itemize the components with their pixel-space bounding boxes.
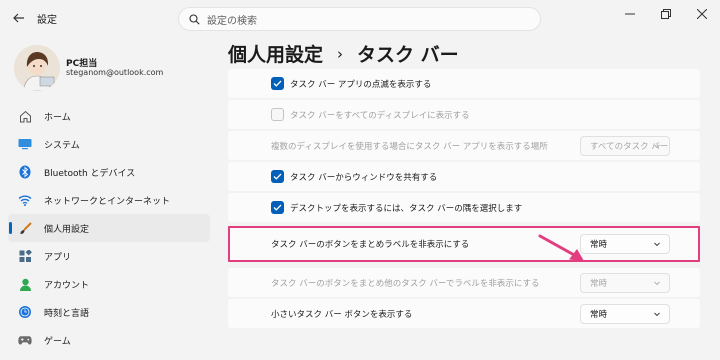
restore-button[interactable] <box>648 0 684 28</box>
chevron-down-icon <box>654 144 660 148</box>
setting-row-show-desktop: デスクトップを表示するには、タスク バーの隅を選択します <box>228 193 700 222</box>
setting-label: 小さいタスク バー ボタンを表示する <box>271 309 413 320</box>
setting-label: 複数のディスプレイを使用する場合にタスク バー アプリを表示する場所 <box>271 141 548 152</box>
small-buttons-dropdown[interactable]: 常時 <box>580 303 670 324</box>
gaming-icon <box>18 333 32 347</box>
dropdown-value: 常時 <box>590 240 608 250</box>
sidebar-item-apps[interactable]: アプリ <box>8 242 210 270</box>
setting-row-all-displays: タスク バーをすべてのディスプレイに表示する <box>228 100 700 129</box>
sidebar-item-accounts[interactable]: アカウント <box>8 270 210 298</box>
checkbox-all-displays[interactable] <box>271 108 284 121</box>
system-icon <box>18 137 32 151</box>
dropdown-value: 常時 <box>590 309 608 320</box>
combine-other-dropdown[interactable]: 常時 <box>580 272 670 293</box>
checkmark-icon <box>273 173 282 180</box>
dropdown-value: 常時 <box>590 278 608 289</box>
sidebar-item-gaming[interactable]: ゲーム <box>8 326 210 354</box>
sidebar-item-home[interactable]: ホーム <box>8 102 210 130</box>
user-email: steganom@outlook.com <box>66 68 164 77</box>
setting-label: タスク バーのボタンをまとめ他のタスク バーでラベルを非表示にする <box>271 278 540 289</box>
back-arrow-icon <box>13 13 24 23</box>
setting-label: タスク バーをすべてのディスプレイに表示する <box>290 110 470 121</box>
restore-icon <box>661 9 671 19</box>
sidebar-item-label: 個人用設定 <box>44 224 90 235</box>
sidebar-item-label: システム <box>44 140 80 151</box>
account-icon <box>18 277 32 291</box>
close-icon <box>697 9 707 19</box>
setting-label: デスクトップを表示するには、タスク バーの隅を選択します <box>290 203 523 214</box>
search-input[interactable]: 設定の検索 <box>207 12 257 27</box>
checkbox-show-desktop[interactable] <box>271 201 284 214</box>
sidebar-item-label: ゲーム <box>44 336 71 347</box>
combine-buttons-dropdown[interactable]: 常時 <box>580 234 670 254</box>
sidebar-item-system[interactable]: システム <box>8 130 210 158</box>
back-button[interactable] <box>8 8 30 28</box>
minimize-icon <box>625 13 635 15</box>
breadcrumb: 個人用設定 › タスク バー <box>228 40 459 67</box>
chevron-down-icon <box>654 312 660 316</box>
minimize-button[interactable] <box>612 0 648 28</box>
title-bar: 設定 設定の検索 <box>0 0 720 36</box>
app-title: 設定 <box>37 15 57 26</box>
close-button[interactable] <box>684 0 720 28</box>
multi-display-dropdown[interactable]: すべてのタスク バー <box>580 135 670 156</box>
brush-icon <box>18 221 32 235</box>
search-box[interactable]: 設定の検索 <box>178 7 541 31</box>
setting-row-combine-buttons: タスク バーのボタンをまとめラベルを非表示にする 常時 <box>228 226 700 262</box>
sidebar-item-personalization[interactable]: 個人用設定 <box>8 214 210 242</box>
apps-icon <box>18 249 32 263</box>
sidebar-item-label: アプリ <box>44 252 72 263</box>
checkbox-share-window[interactable] <box>271 170 284 183</box>
time-language-icon <box>18 305 32 319</box>
avatar[interactable] <box>14 45 60 91</box>
chevron-down-icon <box>654 281 660 285</box>
sidebar-item-time-language[interactable]: 時刻と言語 <box>8 298 210 326</box>
sidebar-item-label: ホーム <box>44 112 71 123</box>
bluetooth-icon <box>18 165 32 179</box>
chevron-down-icon <box>654 242 660 247</box>
settings-list: タスク バー アプリの点滅を表示する タスク バーをすべてのディスプレイに表示す… <box>228 69 700 330</box>
setting-label: タスク バー アプリの点滅を表示する <box>290 79 432 90</box>
setting-label: タスク バーのボタンをまとめラベルを非表示にする <box>271 240 470 250</box>
sidebar-item-bluetooth[interactable]: Bluetooth とデバイス <box>8 158 210 186</box>
checkmark-icon <box>273 204 282 211</box>
search-icon <box>189 13 200 25</box>
sidebar-item-label: アカウント <box>44 280 90 291</box>
setting-row-flashing-apps: タスク バー アプリの点滅を表示する <box>228 69 700 98</box>
checkbox-flashing-apps[interactable] <box>271 77 284 90</box>
home-icon <box>18 109 32 123</box>
setting-label: タスク バーからウィンドウを共有する <box>290 172 438 183</box>
setting-row-multi-display: 複数のディスプレイを使用する場合にタスク バー アプリを表示する場所 すべてのタ… <box>228 131 700 160</box>
sidebar-item-label: ネットワークとインターネット <box>44 196 171 207</box>
sidebar-nav: ホーム システム Bluetooth とデバイス ネットワークとインターネット … <box>8 102 210 354</box>
setting-row-share-window: タスク バーからウィンドウを共有する <box>228 162 700 191</box>
setting-row-combine-other: タスク バーのボタンをまとめ他のタスク バーでラベルを非表示にする 常時 <box>228 268 700 297</box>
sidebar-item-label: 時刻と言語 <box>44 308 90 319</box>
wifi-icon <box>18 193 32 207</box>
sidebar-item-label: Bluetooth とデバイス <box>44 168 136 179</box>
setting-row-small-buttons: 小さいタスク バー ボタンを表示する 常時 <box>228 299 700 328</box>
sidebar-item-network[interactable]: ネットワークとインターネット <box>8 186 210 214</box>
breadcrumb-parent[interactable]: 個人用設定 <box>228 40 323 67</box>
annotation-arrow-icon <box>538 234 584 261</box>
page-title: タスク バー <box>357 44 459 66</box>
breadcrumb-separator: › <box>337 44 344 63</box>
checkmark-icon <box>273 80 282 87</box>
